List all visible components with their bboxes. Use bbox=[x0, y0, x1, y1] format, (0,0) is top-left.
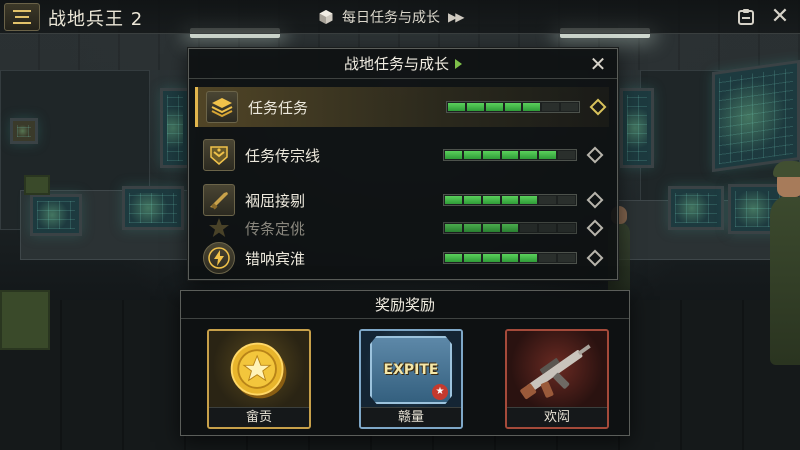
assault-rifle-icon bbox=[507, 331, 607, 409]
progress-segment bbox=[539, 151, 557, 159]
progress-bar bbox=[443, 194, 577, 206]
progress-segment bbox=[504, 103, 522, 111]
clipboard-icon[interactable] bbox=[736, 7, 756, 27]
progress-segment bbox=[463, 196, 481, 204]
console-screen bbox=[668, 186, 724, 230]
reward-label: 畲贡 bbox=[209, 407, 309, 427]
wall-monitor bbox=[712, 59, 800, 173]
reward-card-coin[interactable]: 畲贡 bbox=[207, 329, 311, 429]
progress-segment bbox=[448, 103, 465, 111]
progress-segment bbox=[501, 224, 519, 232]
reward-label: 赣量 bbox=[361, 407, 461, 427]
progress-segment bbox=[520, 151, 538, 159]
star-icon: ★ bbox=[432, 384, 448, 400]
quest-panel-title: 战地任务与成长 bbox=[343, 55, 449, 73]
progress-bar bbox=[443, 252, 577, 264]
reward-panel: 奖励奖励 畲贡 EXPITE ★ 赣量 欢闳 bbox=[180, 290, 630, 436]
progress-segment bbox=[482, 151, 500, 159]
wall-monitor bbox=[160, 88, 190, 168]
quest-label: 传条定佻 bbox=[245, 219, 306, 238]
progress-segment bbox=[520, 196, 538, 204]
progress-segment bbox=[520, 254, 538, 262]
progress-segment bbox=[558, 196, 576, 204]
supply-crate bbox=[24, 175, 50, 195]
progress-segment bbox=[542, 103, 560, 111]
cube-icon bbox=[319, 10, 333, 24]
diamond-icon bbox=[586, 249, 604, 267]
progress-segment bbox=[463, 254, 481, 262]
top-bar: 战地兵王 2 每日任务与成长 ▶▶ ✕ bbox=[0, 0, 800, 34]
progress-segment bbox=[561, 103, 579, 111]
quest-label: 任务传宗线 bbox=[245, 146, 321, 165]
quest-label: 错呐宾淮 bbox=[245, 249, 306, 268]
progress-bar bbox=[443, 149, 577, 161]
lightning-icon bbox=[203, 242, 235, 274]
diamond-icon bbox=[589, 98, 607, 116]
progress-segment bbox=[501, 196, 519, 204]
panel-close-button[interactable]: ✕ bbox=[587, 53, 609, 75]
game-title: 战地兵王 2 bbox=[48, 9, 144, 30]
progress-segment bbox=[485, 103, 503, 111]
progress-segment bbox=[445, 151, 462, 159]
rifle-icon bbox=[203, 184, 235, 216]
progress-segment bbox=[482, 254, 500, 262]
supply-crate bbox=[0, 290, 50, 350]
reward-label: 欢闳 bbox=[507, 407, 607, 427]
wall-monitor bbox=[10, 118, 38, 144]
quest-row[interactable]: 任务传宗线 bbox=[195, 135, 609, 175]
close-icon: ✕ bbox=[589, 52, 607, 76]
progress-segment bbox=[558, 254, 576, 262]
quest-row[interactable]: 错呐宾淮 bbox=[195, 241, 609, 275]
quest-row[interactable]: 任务任务 bbox=[195, 87, 609, 127]
diamond-icon bbox=[586, 191, 604, 209]
console-screen bbox=[122, 186, 184, 230]
reward-panel-title: 奖励奖励 bbox=[181, 291, 629, 319]
stack-icon bbox=[206, 91, 238, 123]
progress-bar bbox=[443, 222, 577, 234]
wall-monitor bbox=[620, 88, 654, 168]
quest-label: 裀屈接剔 bbox=[245, 191, 306, 210]
fast-forward-icon[interactable]: ▶▶ bbox=[448, 10, 465, 24]
progress-segment bbox=[482, 224, 500, 232]
menu-button[interactable] bbox=[4, 3, 40, 31]
gold-coin-icon bbox=[209, 331, 309, 409]
progress-segment bbox=[520, 224, 538, 232]
quest-row[interactable]: 裀屈接剔 bbox=[195, 183, 609, 217]
progress-segment bbox=[501, 254, 519, 262]
daily-quest-tab[interactable]: 每日任务与成长 ▶▶ bbox=[318, 7, 465, 27]
progress-bar bbox=[446, 101, 580, 113]
progress-segment bbox=[558, 224, 576, 232]
progress-segment bbox=[539, 254, 557, 262]
progress-segment bbox=[482, 196, 500, 204]
console-screen bbox=[30, 194, 82, 236]
star-icon bbox=[203, 217, 235, 239]
quest-panel: 战地任务与成长 ✕ 任务任务 任务传宗线 裀屈接剔 传条定佻 错呐宾淮 bbox=[188, 48, 618, 280]
quest-panel-header: 战地任务与成长 bbox=[189, 49, 617, 79]
quest-label: 任务任务 bbox=[248, 98, 309, 117]
progress-segment bbox=[445, 254, 462, 262]
progress-segment bbox=[523, 103, 541, 111]
rank-chevron-icon bbox=[203, 139, 235, 171]
play-triangle-icon bbox=[455, 58, 462, 69]
daily-quest-label: 每日任务与成长 bbox=[342, 10, 440, 26]
progress-segment bbox=[501, 151, 519, 159]
expite-badge-text: EXPITE bbox=[383, 362, 439, 378]
menu-icon bbox=[13, 10, 31, 12]
progress-segment bbox=[463, 151, 481, 159]
progress-segment bbox=[539, 196, 557, 204]
quest-row[interactable]: 传条定佻 bbox=[195, 217, 609, 239]
soldier-figure bbox=[770, 161, 800, 365]
progress-segment bbox=[463, 224, 481, 232]
reward-card-expite[interactable]: EXPITE ★ 赣量 bbox=[359, 329, 463, 429]
diamond-icon bbox=[586, 219, 604, 237]
progress-segment bbox=[445, 224, 462, 232]
progress-segment bbox=[558, 151, 576, 159]
expite-badge-icon: EXPITE ★ bbox=[370, 336, 452, 404]
diamond-icon bbox=[586, 146, 604, 164]
reward-card-rifle[interactable]: 欢闳 bbox=[505, 329, 609, 429]
progress-segment bbox=[445, 196, 462, 204]
progress-segment bbox=[539, 224, 557, 232]
progress-segment bbox=[466, 103, 484, 111]
close-icon[interactable]: ✕ bbox=[770, 6, 790, 28]
